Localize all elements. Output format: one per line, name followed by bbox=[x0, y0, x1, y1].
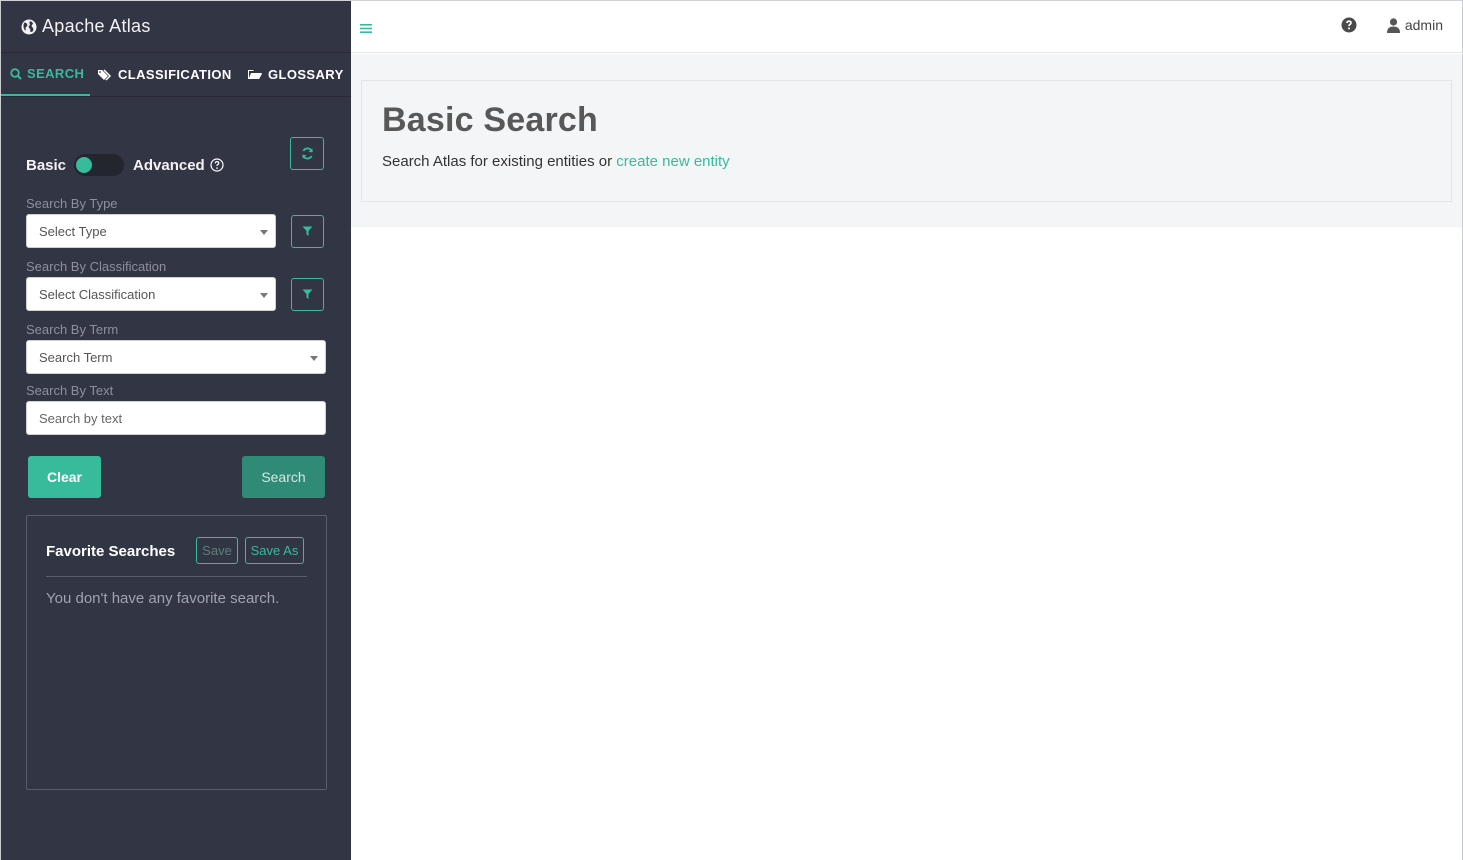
search-button[interactable]: Search bbox=[242, 456, 325, 498]
search-by-type-group: Search By Type Select Type bbox=[26, 196, 324, 248]
sidebar-tabs: SEARCH CLASSIFICATION GLOSSARY bbox=[1, 53, 351, 97]
main-content bbox=[351, 227, 1463, 860]
refresh-icon bbox=[301, 147, 313, 160]
tags-icon bbox=[98, 68, 112, 81]
create-entity-link[interactable]: create new entity bbox=[616, 153, 729, 170]
sidebar: Apache Atlas SEARCH CLASSIFICATION GLOSS… bbox=[0, 1, 351, 860]
menu-toggle-button[interactable] bbox=[360, 21, 372, 39]
type-select[interactable]: Select Type bbox=[26, 214, 276, 248]
globe-icon bbox=[21, 19, 37, 34]
classification-select[interactable]: Select Classification bbox=[26, 277, 276, 311]
page-header-card: Basic Search Search Atlas for existing e… bbox=[361, 80, 1452, 202]
tab-classification[interactable]: CLASSIFICATION bbox=[90, 53, 240, 96]
caret-down-icon bbox=[260, 230, 268, 235]
brand[interactable]: Apache Atlas bbox=[1, 1, 351, 53]
filter-icon bbox=[302, 289, 313, 299]
search-by-classification-group: Search By Classification Select Classifi… bbox=[26, 259, 324, 311]
favorite-searches-title: Favorite Searches bbox=[46, 543, 176, 560]
toggle-knob bbox=[76, 157, 93, 173]
page-subtitle: Search Atlas for existing entities or cr… bbox=[382, 153, 730, 170]
search-by-text-label: Search By Text bbox=[26, 383, 114, 398]
folder-open-icon bbox=[248, 70, 262, 79]
page-title: Basic Search bbox=[382, 101, 598, 139]
mode-advanced-label: Advanced bbox=[133, 156, 205, 174]
filter-icon bbox=[302, 226, 313, 236]
user-icon bbox=[1386, 17, 1400, 33]
tab-glossary[interactable]: GLOSSARY bbox=[240, 53, 350, 96]
search-by-classification-label: Search By Classification bbox=[26, 259, 167, 274]
favorite-searches-header: Favorite Searches Save Save As bbox=[46, 516, 307, 577]
type-select-value: Select Type bbox=[39, 223, 107, 239]
tab-search[interactable]: SEARCH bbox=[1, 53, 90, 96]
type-filter-button[interactable] bbox=[291, 214, 324, 248]
tab-search-label: SEARCH bbox=[27, 66, 85, 81]
search-by-text-group: Search By Text bbox=[26, 383, 326, 435]
main-header-area: Basic Search Search Atlas for existing e… bbox=[351, 54, 1463, 227]
page-subtitle-text: Search Atlas for existing entities or bbox=[382, 153, 617, 170]
refresh-button[interactable] bbox=[290, 137, 324, 170]
favorite-empty-message: You don't have any favorite search. bbox=[46, 590, 280, 607]
search-by-term-group: Search By Term Search Term bbox=[26, 322, 326, 374]
term-select[interactable]: Search Term bbox=[26, 340, 326, 374]
search-by-term-label: Search By Term bbox=[26, 322, 119, 337]
search-mode-toggle[interactable] bbox=[74, 154, 125, 176]
search-text-input[interactable] bbox=[26, 401, 326, 435]
search-mode-row: Basic Advanced bbox=[26, 137, 326, 193]
question-circle-icon[interactable] bbox=[210, 158, 224, 172]
help-button[interactable] bbox=[1341, 17, 1357, 38]
caret-down-icon bbox=[260, 293, 268, 298]
tab-glossary-label: GLOSSARY bbox=[268, 67, 344, 82]
caret-down-icon bbox=[310, 356, 318, 361]
term-select-value: Search Term bbox=[39, 349, 113, 365]
favorite-searches-panel: Favorite Searches Save Save As You don't… bbox=[26, 515, 327, 790]
username: admin bbox=[1404, 17, 1443, 33]
save-as-favorite-button[interactable]: Save As bbox=[245, 537, 304, 564]
save-favorite-button[interactable]: Save bbox=[196, 537, 238, 564]
search-by-type-label: Search By Type bbox=[26, 196, 118, 211]
app-title: Apache Atlas bbox=[42, 16, 151, 36]
search-panel: Basic Advanced bbox=[1, 137, 351, 193]
classification-select-value: Select Classification bbox=[39, 286, 156, 302]
question-circle-icon bbox=[1341, 17, 1357, 33]
mode-basic-label: Basic bbox=[26, 156, 67, 174]
search-icon bbox=[10, 67, 22, 80]
tab-classification-label: CLASSIFICATION bbox=[118, 67, 232, 82]
user-menu[interactable]: admin bbox=[1386, 17, 1443, 33]
top-bar: admin bbox=[351, 1, 1463, 53]
classification-filter-button[interactable] bbox=[291, 277, 324, 311]
hamburger-icon bbox=[360, 24, 372, 33]
clear-button[interactable]: Clear bbox=[28, 456, 101, 498]
